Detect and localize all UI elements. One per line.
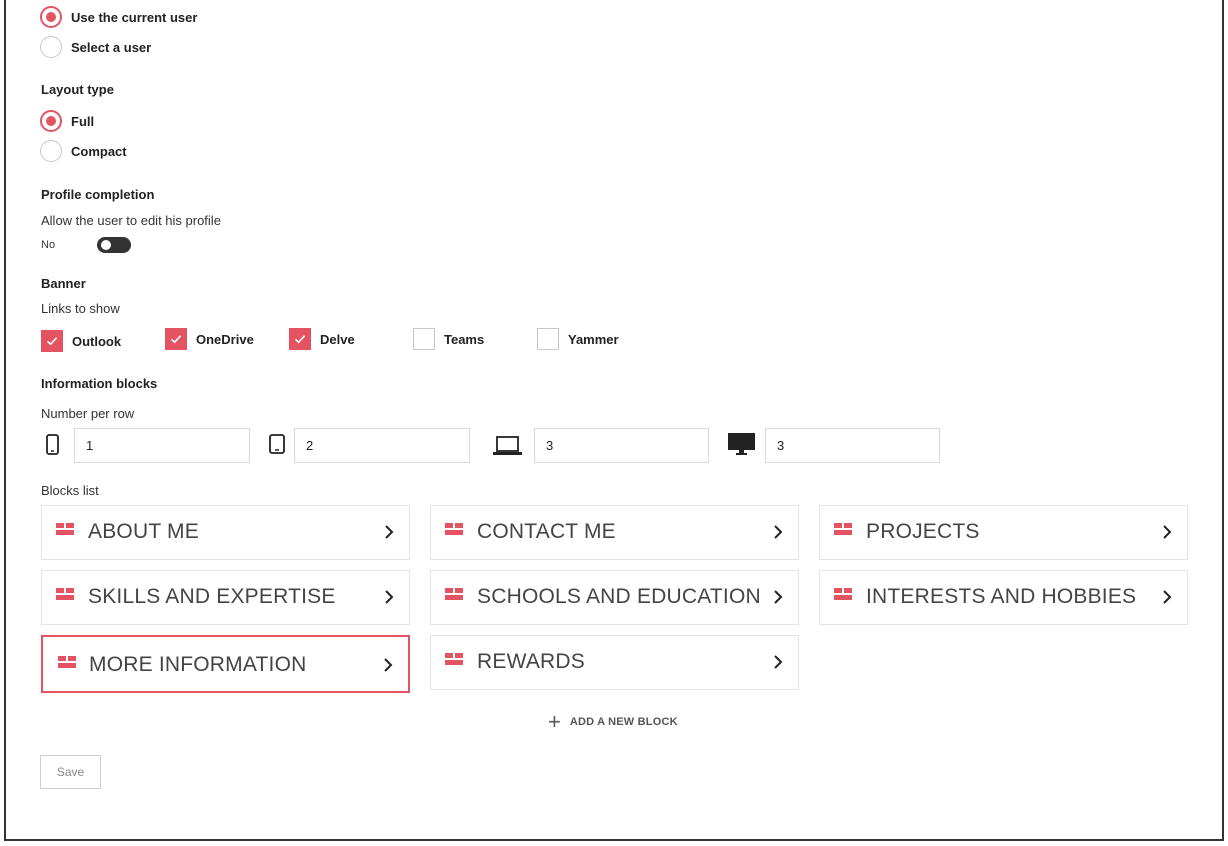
checkbox-onedrive[interactable]: OneDrive	[165, 328, 254, 350]
block-grid-icon	[445, 523, 463, 535]
block-title: REWARDS	[477, 650, 585, 673]
radio-indicator[interactable]	[40, 140, 62, 162]
radio-label: Select a user	[71, 39, 152, 55]
radio-select-a-user[interactable]: Select a user	[40, 35, 151, 59]
radio-indicator[interactable]	[40, 36, 62, 58]
block-title: CONTACT ME	[477, 520, 616, 543]
checkbox-box[interactable]	[537, 328, 559, 350]
chevron-right-icon[interactable]	[383, 589, 395, 605]
block-title: ABOUT ME	[88, 520, 199, 543]
chevron-right-icon[interactable]	[1161, 524, 1173, 540]
radio-layout-compact[interactable]: Compact	[40, 139, 127, 163]
block-schools-and-education[interactable]: SCHOOLS AND EDUCATION	[430, 570, 799, 625]
checkbox-label: OneDrive	[196, 331, 254, 347]
radio-use-current-user[interactable]: Use the current user	[40, 5, 197, 29]
plus-icon: +	[548, 709, 561, 734]
toggle-state-label: No	[41, 239, 56, 251]
block-grid-icon	[834, 588, 852, 600]
checkbox-yammer[interactable]: Yammer	[537, 328, 619, 350]
block-title: SKILLS AND EXPERTISE	[88, 585, 336, 608]
block-about-me[interactable]: ABOUT ME	[41, 505, 410, 560]
block-title: MORE INFORMATION	[89, 653, 307, 676]
radio-label: Full	[71, 113, 95, 129]
toggle-knob	[101, 240, 111, 250]
layout-type-heading: Layout type	[41, 82, 114, 97]
per-row-laptop-input[interactable]	[534, 428, 709, 463]
block-title: INTERESTS AND HOBBIES	[866, 585, 1137, 608]
links-to-show-label: Links to show	[41, 301, 120, 316]
radio-layout-full[interactable]: Full	[40, 109, 94, 133]
block-grid-icon	[58, 656, 76, 668]
checkbox-label: Delve	[320, 331, 355, 347]
block-grid-icon	[834, 523, 852, 535]
banner-heading: Banner	[41, 276, 86, 291]
phone-icon	[46, 434, 59, 455]
chevron-right-icon[interactable]	[382, 657, 394, 673]
chevron-right-icon[interactable]	[383, 524, 395, 540]
block-grid-icon	[56, 588, 74, 600]
block-more-information[interactable]: MORE INFORMATION	[41, 635, 410, 693]
block-title: PROJECTS	[866, 520, 980, 543]
block-grid-icon	[445, 588, 463, 600]
desktop-icon	[728, 433, 755, 455]
per-row-tablet-input[interactable]	[294, 428, 470, 463]
radio-label: Use the current user	[71, 9, 198, 25]
chevron-right-icon[interactable]	[772, 654, 784, 670]
laptop-icon	[493, 436, 522, 455]
information-blocks-heading: Information blocks	[41, 376, 158, 391]
per-row-desktop-input[interactable]	[765, 428, 940, 463]
chevron-right-icon[interactable]	[1161, 589, 1173, 605]
save-button[interactable]: Save	[40, 755, 101, 789]
check-icon[interactable]	[41, 330, 63, 352]
radio-indicator[interactable]	[40, 6, 62, 28]
profile-edit-description: Allow the user to edit his profile	[41, 213, 221, 228]
checkbox-teams[interactable]: Teams	[413, 328, 484, 350]
block-rewards[interactable]: REWARDS	[430, 635, 799, 690]
check-icon[interactable]	[165, 328, 187, 350]
block-grid-icon	[56, 523, 74, 535]
radio-label: Compact	[71, 143, 127, 159]
block-skills-and-expertise[interactable]: SKILLS AND EXPERTISE	[41, 570, 410, 625]
add-block-label: ADD A NEW BLOCK	[569, 716, 678, 728]
block-contact-me[interactable]: CONTACT ME	[430, 505, 799, 560]
radio-indicator[interactable]	[40, 110, 62, 132]
checkbox-outlook[interactable]: Outlook	[41, 330, 121, 352]
profile-completion-heading: Profile completion	[41, 187, 155, 202]
chevron-right-icon[interactable]	[772, 589, 784, 605]
check-icon[interactable]	[289, 328, 311, 350]
chevron-right-icon[interactable]	[772, 524, 784, 540]
add-new-block-button[interactable]: + ADD A NEW BLOCK	[548, 709, 678, 734]
checkbox-label: Outlook	[72, 333, 122, 349]
number-per-row-label: Number per row	[41, 406, 135, 421]
checkbox-label: Teams	[444, 331, 485, 347]
block-grid-icon	[445, 653, 463, 665]
checkbox-delve[interactable]: Delve	[289, 328, 355, 350]
checkbox-box[interactable]	[413, 328, 435, 350]
block-interests-and-hobbies[interactable]: INTERESTS AND HOBBIES	[819, 570, 1188, 625]
blocks-list-label: Blocks list	[41, 483, 99, 498]
checkbox-label: Yammer	[568, 331, 619, 347]
block-title: SCHOOLS AND EDUCATION	[477, 585, 761, 608]
tablet-icon	[269, 434, 285, 454]
block-projects[interactable]: PROJECTS	[819, 505, 1188, 560]
per-row-phone-input[interactable]	[74, 428, 250, 463]
profile-edit-toggle[interactable]	[97, 237, 131, 253]
